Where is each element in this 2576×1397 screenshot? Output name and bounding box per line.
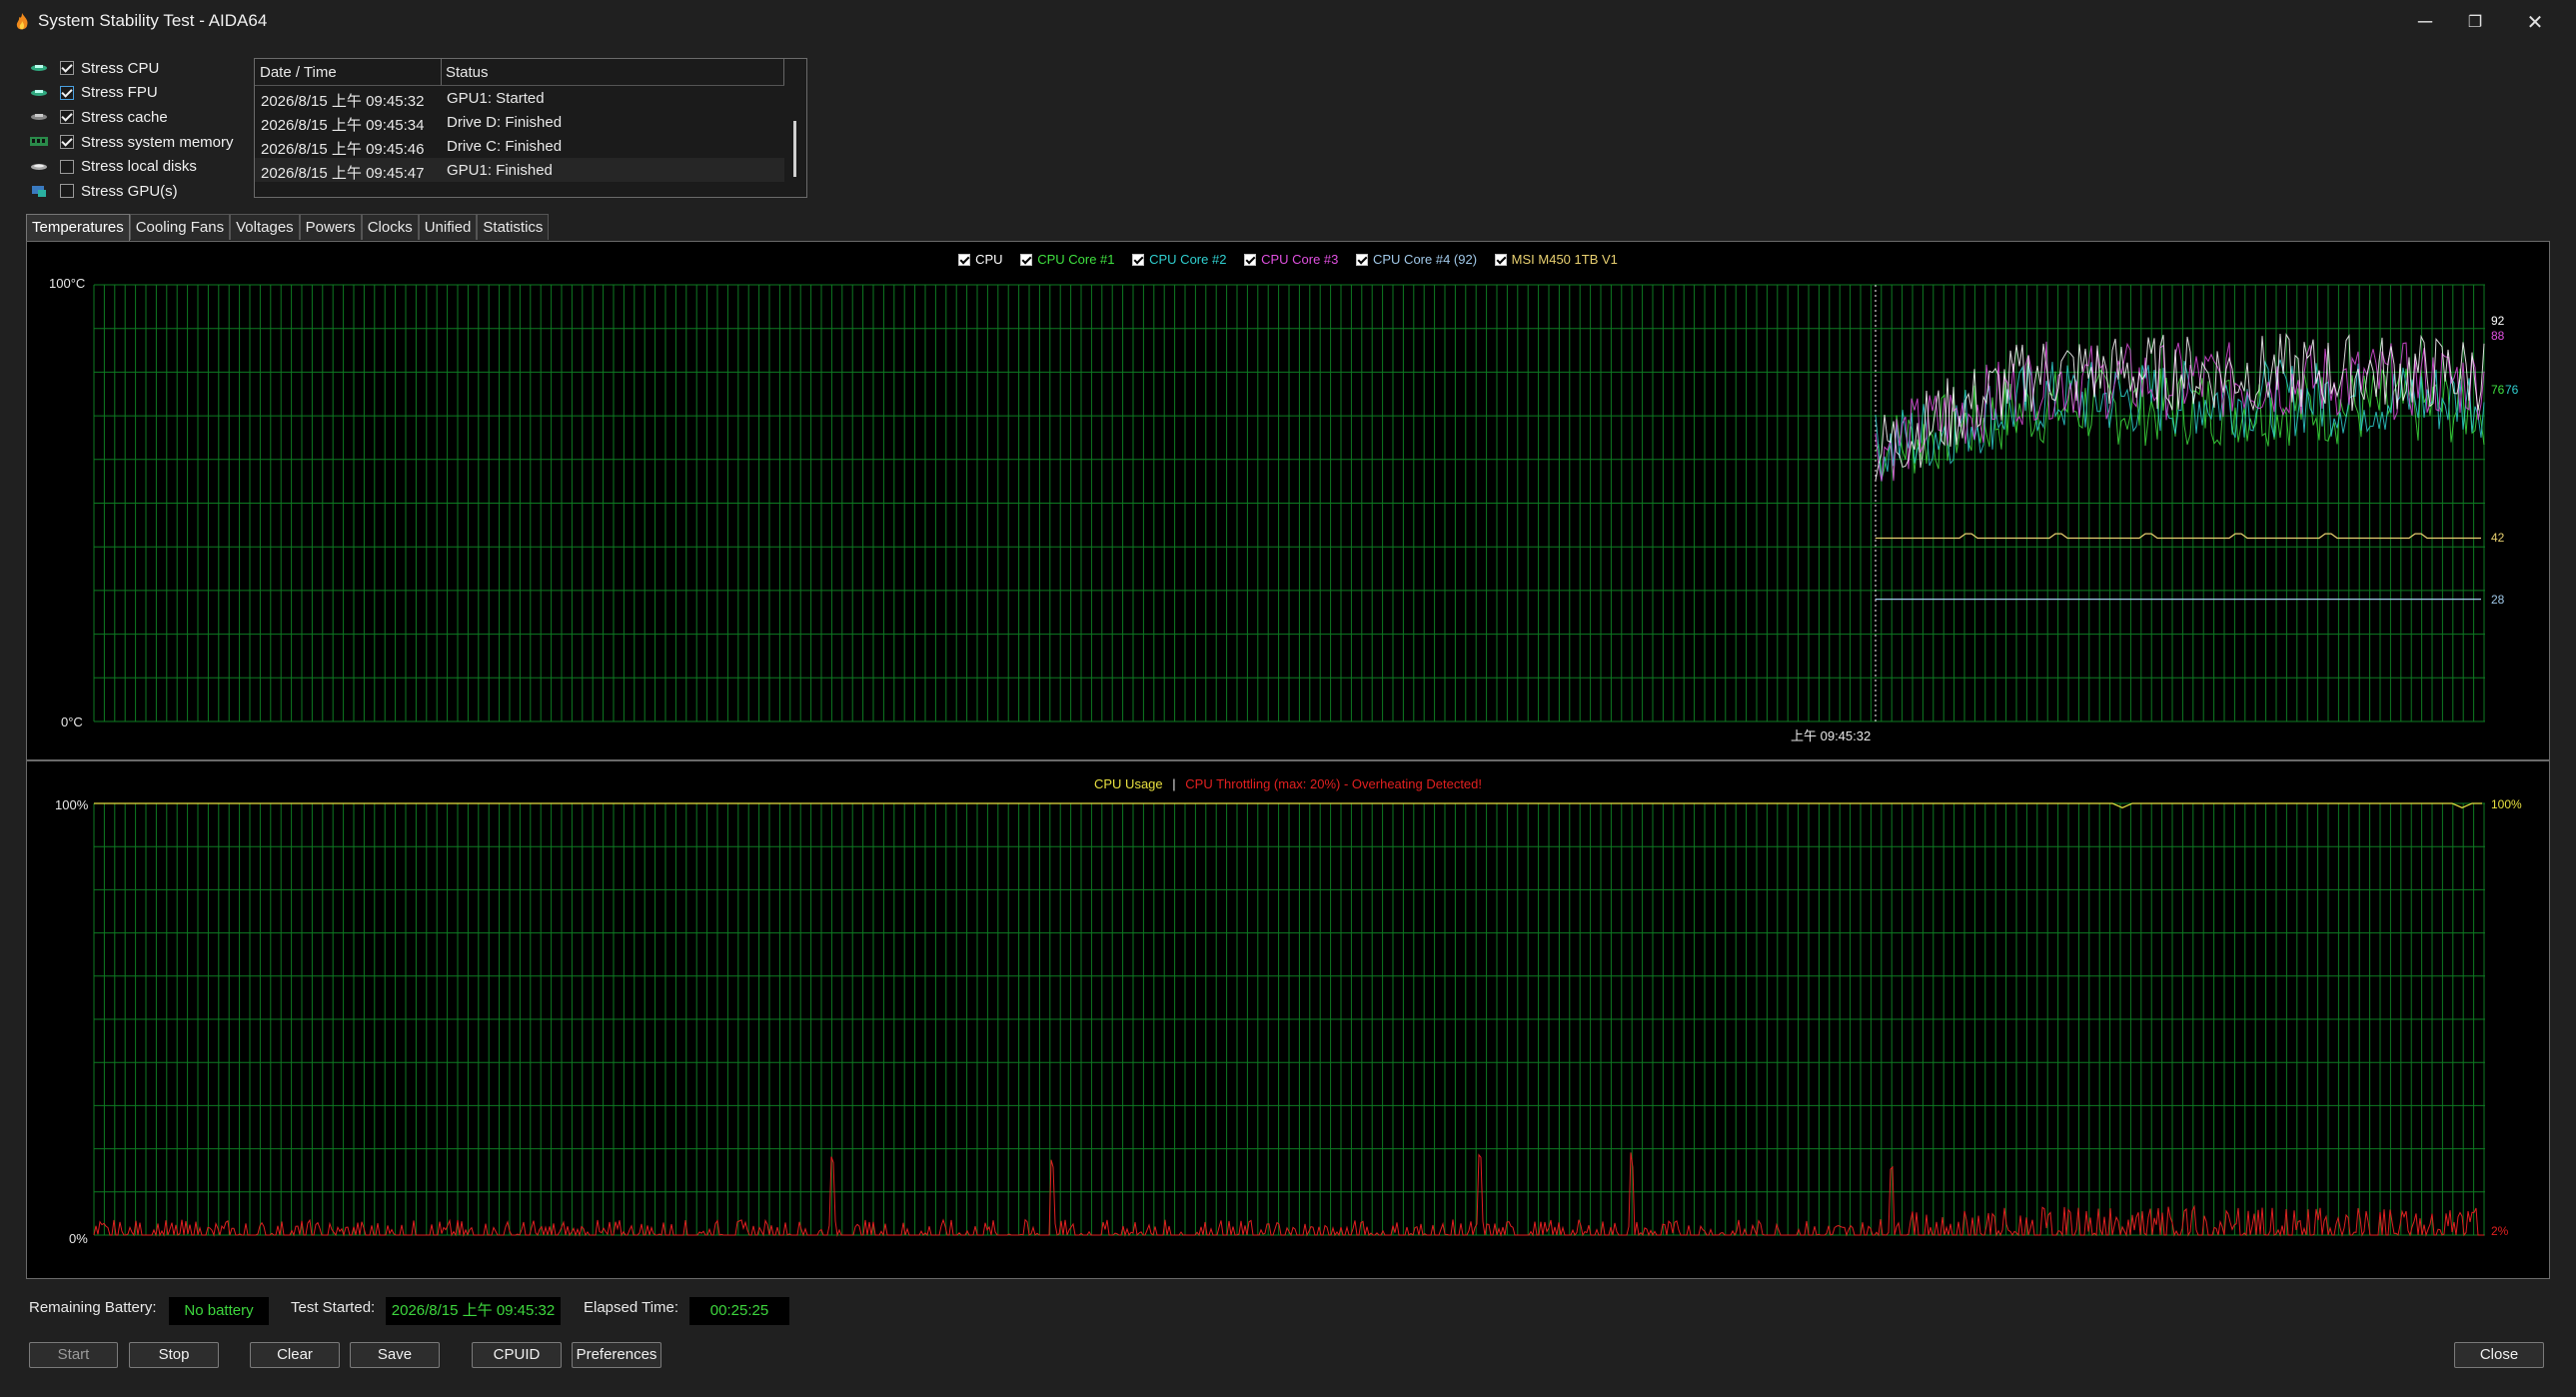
series-cpu-line	[1875, 333, 2485, 482]
temperature-graph-panel: CPU CPU Core #1 CPU Core #2 CPU Core #3 …	[26, 241, 2550, 760]
stress-fpu-label: Stress FPU	[81, 84, 158, 102]
value-label-cpu: 92	[2491, 314, 2505, 328]
tab-temperatures[interactable]: Temperatures	[26, 214, 130, 242]
test-started-value: 2026/8/15 上午 09:45:32	[386, 1297, 561, 1325]
stress-cpu-label: Stress CPU	[81, 59, 160, 77]
stress-cpu-checkbox[interactable]	[60, 61, 74, 76]
column-header-status[interactable]: Status	[446, 64, 489, 81]
fpu-chip-icon	[28, 86, 50, 100]
stress-memory-checkbox[interactable]	[60, 135, 74, 150]
event-log-header: Date / Time Status	[255, 59, 784, 86]
disk-icon	[28, 160, 50, 174]
save-button[interactable]: Save	[350, 1342, 440, 1368]
stress-gpu-checkbox[interactable]	[60, 184, 74, 199]
time-marker-label: 上午 09:45:32	[1791, 728, 1872, 743]
log-time: 2026/8/15 上午 09:45:46	[261, 141, 425, 158]
title-bar: System Stability Test - AIDA64 ─ ❐ ✕	[0, 0, 2576, 44]
window-title: System Stability Test - AIDA64	[38, 11, 268, 30]
log-status: GPU1: Finished	[447, 162, 553, 179]
stress-cpu-option[interactable]: Stress CPU	[28, 56, 248, 81]
log-status: Drive D: Finished	[447, 114, 563, 131]
stress-disks-checkbox[interactable]	[60, 159, 74, 174]
stress-disks-label: Stress local disks	[81, 158, 197, 176]
stress-disks-option[interactable]: Stress local disks	[28, 154, 248, 179]
battery-label: Remaining Battery:	[29, 1299, 157, 1316]
log-time: 2026/8/15 上午 09:45:47	[261, 165, 425, 182]
series-cpu-usage-line	[94, 802, 2482, 808]
log-time: 2026/8/15 上午 09:45:34	[261, 117, 425, 134]
value-label-core1: 76	[2491, 383, 2505, 397]
battery-value: No battery	[169, 1297, 269, 1325]
cpu-chip-icon	[28, 61, 50, 75]
clear-button[interactable]: Clear	[250, 1342, 340, 1368]
preferences-button[interactable]: Preferences	[572, 1342, 661, 1368]
column-header-datetime[interactable]: Date / Time	[260, 64, 337, 81]
stop-button[interactable]: Stop	[129, 1342, 219, 1368]
tab-powers[interactable]: Powers	[299, 214, 362, 240]
temperature-plot	[93, 284, 2485, 722]
log-scrollbar-thumb[interactable]	[793, 121, 796, 177]
memory-module-icon	[28, 135, 50, 149]
tab-voltages[interactable]: Voltages	[230, 214, 300, 240]
stress-gpu-option[interactable]: Stress GPU(s)	[28, 179, 248, 204]
test-started-label: Test Started:	[291, 1299, 376, 1316]
stress-memory-label: Stress system memory	[81, 133, 234, 151]
elapsed-time-value: 00:25:25	[689, 1297, 789, 1325]
stress-fpu-checkbox[interactable]	[60, 85, 74, 100]
graph-tabs: Temperatures Cooling Fans Voltages Power…	[26, 214, 550, 242]
tab-unified[interactable]: Unified	[418, 214, 478, 240]
log-row[interactable]: 2026/8/15 上午 09:45:34 Drive D: Finished	[255, 110, 784, 134]
usage-graph-panel: CPU Usage | CPU Throttling (max: 20%) - …	[26, 760, 2550, 1279]
log-row[interactable]: 2026/8/15 上午 09:45:32 GPU1: Started	[255, 86, 784, 110]
close-button[interactable]: Close	[2454, 1342, 2544, 1368]
stress-memory-option[interactable]: Stress system memory	[28, 130, 248, 155]
elapsed-time-label: Elapsed Time:	[584, 1299, 679, 1316]
stress-cache-option[interactable]: Stress cache	[28, 105, 248, 130]
tab-clocks[interactable]: Clocks	[361, 214, 419, 240]
log-time: 2026/8/15 上午 09:45:32	[261, 93, 425, 110]
cache-icon	[28, 110, 50, 124]
stress-gpu-label: Stress GPU(s)	[81, 182, 178, 200]
stress-fpu-option[interactable]: Stress FPU	[28, 81, 248, 106]
log-row[interactable]: 2026/8/15 上午 09:45:47 GPU1: Finished	[255, 158, 784, 182]
cpuid-button[interactable]: CPUID	[472, 1342, 562, 1368]
log-row[interactable]: 2026/8/15 上午 09:45:46 Drive C: Finished	[255, 134, 784, 158]
event-log[interactable]: Date / Time Status 2026/8/15 上午 09:45:32…	[254, 58, 807, 198]
value-label-ssd: 42	[2491, 531, 2505, 545]
stress-options: Stress CPU Stress FPU Stress cache Stres…	[28, 56, 248, 204]
value-label-core4: 28	[2491, 593, 2505, 607]
value-label-core3: 88	[2491, 329, 2505, 343]
start-button[interactable]: Start	[29, 1342, 118, 1368]
restore-button[interactable]: ❐	[2446, 0, 2504, 44]
stress-cache-label: Stress cache	[81, 108, 168, 126]
log-status: Drive C: Finished	[447, 138, 563, 155]
stress-cache-checkbox[interactable]	[60, 110, 74, 125]
tab-cooling-fans[interactable]: Cooling Fans	[129, 214, 231, 240]
value-label-core2: 76	[2505, 383, 2519, 397]
log-status: GPU1: Started	[447, 90, 545, 107]
throttle-value-label: 2%	[2491, 1224, 2509, 1238]
usage-value-label: 100%	[2491, 797, 2522, 811]
grid	[93, 802, 2485, 1236]
tab-statistics[interactable]: Statistics	[477, 214, 550, 240]
close-window-button[interactable]: ✕	[2506, 0, 2564, 44]
aida64-flame-icon	[16, 13, 28, 30]
gpu-icon	[28, 184, 50, 198]
usage-plot	[93, 802, 2485, 1237]
